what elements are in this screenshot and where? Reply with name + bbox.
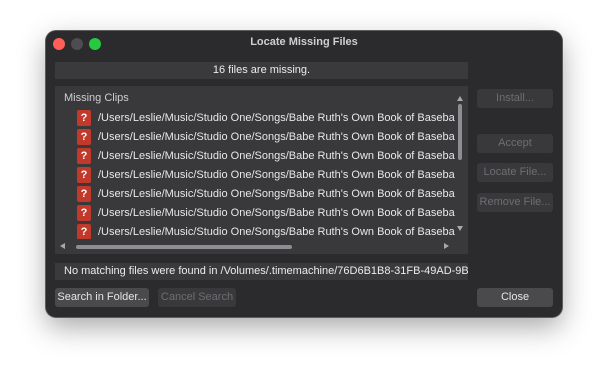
search-result-message: No matching files were found in /Volumes… <box>55 263 468 280</box>
locate-file-button[interactable]: Locate File... <box>477 163 553 182</box>
missing-file-icon: ? <box>77 167 91 183</box>
list-item[interactable]: ? /Users/Leslie/Music/Studio One/Songs/B… <box>55 204 455 223</box>
missing-file-icon: ? <box>77 224 91 239</box>
file-path: /Users/Leslie/Music/Studio One/Songs/Bab… <box>98 112 455 124</box>
locate-missing-files-dialog: Locate Missing Files 16 files are missin… <box>46 31 562 317</box>
list-item[interactable]: ? /Users/Leslie/Music/Studio One/Songs/B… <box>55 147 455 166</box>
title-bar[interactable]: Locate Missing Files <box>46 31 562 55</box>
list-rows: ? /Users/Leslie/Music/Studio One/Songs/B… <box>55 109 455 239</box>
missing-file-icon: ? <box>77 110 91 126</box>
missing-file-icon: ? <box>77 205 91 221</box>
cancel-search-button[interactable]: Cancel Search <box>158 288 236 307</box>
missing-file-icon: ? <box>77 129 91 145</box>
list-item[interactable]: ? /Users/Leslie/Music/Studio One/Songs/B… <box>55 109 455 128</box>
file-path: /Users/Leslie/Music/Studio One/Songs/Bab… <box>98 226 455 238</box>
list-item[interactable]: ? /Users/Leslie/Music/Studio One/Songs/B… <box>55 128 455 147</box>
missing-file-icon: ? <box>77 186 91 202</box>
close-button[interactable]: Close <box>477 288 553 307</box>
file-path: /Users/Leslie/Music/Studio One/Songs/Bab… <box>98 131 455 143</box>
scroll-down-arrow-icon[interactable] <box>457 226 463 231</box>
vertical-scrollbar[interactable] <box>457 96 465 242</box>
accept-button[interactable]: Accept <box>477 134 553 153</box>
remove-file-button[interactable]: Remove File... <box>477 193 553 212</box>
list-header: Missing Clips <box>64 92 129 104</box>
list-item[interactable]: ? /Users/Leslie/Music/Studio One/Songs/B… <box>55 166 455 185</box>
install-button[interactable]: Install... <box>477 89 553 108</box>
list-item[interactable]: ? /Users/Leslie/Music/Studio One/Songs/B… <box>55 223 455 239</box>
horizontal-scrollbar[interactable] <box>60 243 455 251</box>
search-in-folder-button[interactable]: Search in Folder... <box>55 288 149 307</box>
file-path: /Users/Leslie/Music/Studio One/Songs/Bab… <box>98 169 455 181</box>
vertical-scroll-thumb[interactable] <box>458 104 462 160</box>
scroll-left-arrow-icon[interactable] <box>60 243 65 249</box>
missing-clips-list[interactable]: Missing Clips ? /Users/Leslie/Music/Stud… <box>55 86 468 254</box>
window-title: Locate Missing Files <box>250 36 358 48</box>
missing-count-status: 16 files are missing. <box>55 62 468 79</box>
file-path: /Users/Leslie/Music/Studio One/Songs/Bab… <box>98 188 455 200</box>
file-path: /Users/Leslie/Music/Studio One/Songs/Bab… <box>98 150 455 162</box>
horizontal-scroll-thumb[interactable] <box>76 245 292 249</box>
list-item[interactable]: ? /Users/Leslie/Music/Studio One/Songs/B… <box>55 185 455 204</box>
scroll-right-arrow-icon[interactable] <box>444 243 449 249</box>
missing-file-icon: ? <box>77 148 91 164</box>
file-path: /Users/Leslie/Music/Studio One/Songs/Bab… <box>98 207 455 219</box>
scroll-up-arrow-icon[interactable] <box>457 96 463 101</box>
